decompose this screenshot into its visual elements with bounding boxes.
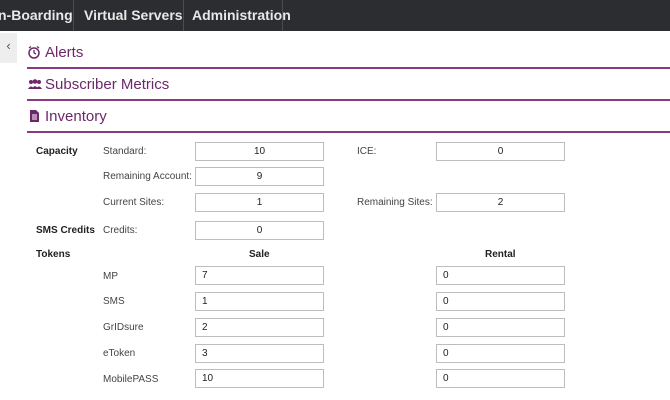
ice-field[interactable] xyxy=(436,142,565,161)
top-navigation-bar: n-Boarding Virtual Servers Administratio… xyxy=(0,0,670,31)
remaining-sites-field[interactable] xyxy=(436,193,565,212)
document-icon xyxy=(30,110,39,122)
users-icon xyxy=(28,79,42,89)
token-label-sms: SMS xyxy=(103,296,125,307)
remaining-account-field[interactable] xyxy=(195,167,324,186)
alerts-title: Alerts xyxy=(45,44,84,61)
token-label-mp: MP xyxy=(103,271,118,282)
token-rental-mp[interactable] xyxy=(436,266,565,285)
token-rental-sms[interactable] xyxy=(436,292,565,311)
token-sale-etoken[interactable] xyxy=(195,344,324,363)
remaining-account-label: Remaining Account: xyxy=(103,171,192,182)
inventory-title: Inventory xyxy=(45,108,107,125)
token-rental-gridsure[interactable] xyxy=(436,318,565,337)
token-label-mobilepass: MobilePASS xyxy=(103,374,159,385)
sms-credits-group-label: SMS Credits xyxy=(36,225,95,236)
sidebar-collapse-button[interactable]: ‹ xyxy=(0,33,17,63)
alerts-section-header[interactable]: Alerts xyxy=(27,35,670,69)
sale-column-header: Sale xyxy=(249,249,270,260)
nav-tab-virtual-servers[interactable]: Virtual Servers xyxy=(76,0,184,31)
token-sale-mp[interactable] xyxy=(195,266,324,285)
token-sale-gridsure[interactable] xyxy=(195,318,324,337)
ice-label: ICE: xyxy=(357,146,377,157)
alarm-clock-icon xyxy=(28,45,40,59)
standard-label: Standard: xyxy=(103,146,147,157)
token-sale-mobilepass[interactable] xyxy=(195,369,324,388)
subscriber-metrics-section-header[interactable]: Subscriber Metrics xyxy=(27,67,670,101)
token-label-gridsure: GrIDsure xyxy=(103,322,144,333)
nav-tab-onboarding[interactable]: n-Boarding xyxy=(0,0,74,31)
chevron-left-icon: ‹ xyxy=(6,38,11,53)
subscriber-metrics-title: Subscriber Metrics xyxy=(45,76,170,93)
inventory-section-header[interactable]: Inventory xyxy=(27,99,670,133)
standard-field[interactable] xyxy=(195,142,324,161)
token-label-etoken: eToken xyxy=(103,348,136,359)
token-rental-etoken[interactable] xyxy=(436,344,565,363)
current-sites-label: Current Sites: xyxy=(103,197,165,208)
token-rental-mobilepass[interactable] xyxy=(436,369,565,388)
rental-column-header: Rental xyxy=(485,249,516,260)
remaining-sites-label: Remaining Sites: xyxy=(357,197,433,208)
credits-label: Credits: xyxy=(103,225,138,236)
tokens-group-label: Tokens xyxy=(36,249,71,260)
token-sale-sms[interactable] xyxy=(195,292,324,311)
capacity-group-label: Capacity xyxy=(36,146,78,157)
nav-tab-administration[interactable]: Administration xyxy=(184,0,291,31)
current-sites-field[interactable] xyxy=(195,193,324,212)
credits-field[interactable] xyxy=(195,221,324,240)
